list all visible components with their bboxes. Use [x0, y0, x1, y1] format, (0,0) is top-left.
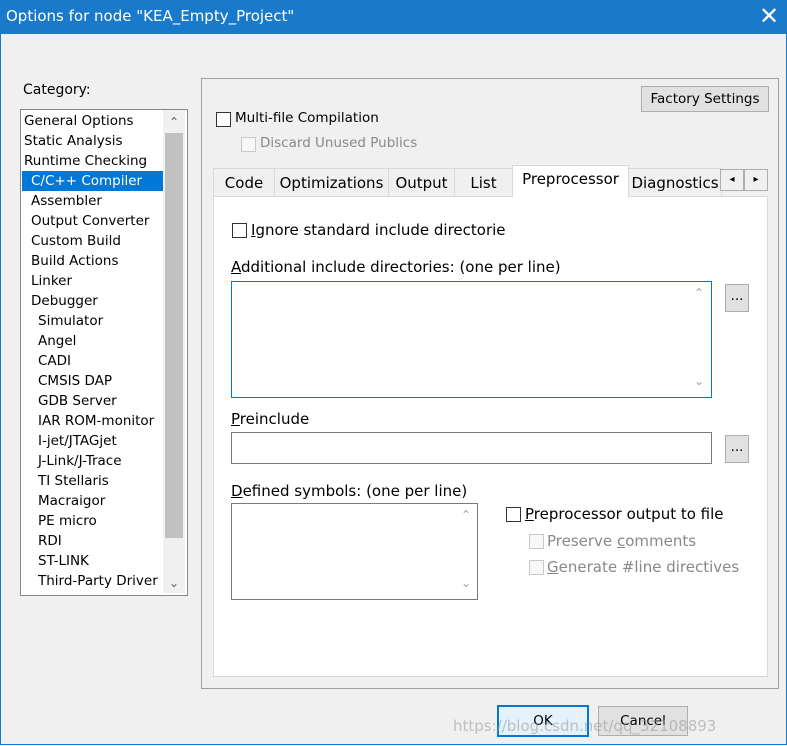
defined-symbols-label: Defined symbols: (one per line) — [231, 482, 468, 500]
tab-diagnostics[interactable]: Diagnostics — [628, 168, 722, 196]
defined-scroll-down-icon[interactable]: ⌄ — [457, 576, 475, 590]
multi-file-label: Multi-file Compilation — [235, 110, 379, 126]
pp-output-checkbox[interactable] — [506, 507, 521, 522]
category-item[interactable]: GDB Server — [22, 391, 117, 411]
tab-code[interactable]: Code — [213, 168, 275, 196]
category-item[interactable]: Simulator — [22, 311, 103, 331]
watermark: https://blog.csdn.net/qq_32108893 — [453, 717, 717, 735]
generate-line-checkbox[interactable] — [529, 560, 544, 575]
defined-symbols-textarea[interactable] — [231, 503, 478, 600]
additional-scroll-up-icon[interactable]: ⌃ — [690, 286, 708, 300]
category-item[interactable]: Angel — [22, 331, 76, 351]
generate-line-label: Generate #line directives — [547, 558, 740, 576]
category-item[interactable]: IAR ROM-monitor — [22, 411, 154, 431]
category-item[interactable]: CMSIS DAP — [22, 371, 112, 391]
title-bar: Options for node "KEA_Empty_Project" ✕ — [0, 0, 787, 34]
category-item[interactable]: Static Analysis — [24, 131, 123, 151]
category-item[interactable]: Linker — [22, 271, 72, 291]
category-item[interactable]: PE micro — [22, 511, 97, 531]
preinclude-label: Preinclude — [231, 410, 310, 428]
category-item[interactable]: I-jet/JTAGjet — [22, 431, 117, 451]
category-item[interactable]: Third-Party Driver — [22, 571, 158, 591]
category-scroll-thumb[interactable] — [165, 133, 183, 538]
category-item[interactable]: Output Converter — [22, 211, 149, 231]
category-item[interactable]: C/C++ Compiler — [22, 171, 174, 191]
close-icon[interactable]: ✕ — [752, 0, 786, 34]
defined-scroll-up-icon[interactable]: ⌃ — [457, 508, 475, 522]
tab-output[interactable]: Output — [388, 168, 455, 196]
category-item[interactable]: Debugger — [22, 291, 98, 311]
additional-include-label: Additional include directories: (one per… — [231, 258, 561, 276]
category-item[interactable]: TI Stellaris — [22, 471, 109, 491]
additional-include-textarea[interactable] — [231, 281, 712, 398]
category-label: Category: — [23, 82, 91, 98]
category-item[interactable]: RDI — [22, 531, 62, 551]
category-item[interactable]: Runtime Checking — [24, 151, 147, 171]
preinclude-browse-button[interactable]: ... — [725, 435, 749, 463]
category-item[interactable]: Assembler — [22, 191, 102, 211]
category-item[interactable]: ST-LINK — [22, 551, 89, 571]
scroll-down-icon[interactable]: ⌄ — [163, 573, 185, 593]
preinclude-input[interactable] — [231, 432, 712, 464]
scroll-up-icon[interactable]: ⌃ — [163, 112, 185, 132]
tab-scroll-right-icon[interactable]: ▸ — [744, 169, 768, 191]
category-item[interactable]: General Options — [24, 111, 134, 131]
category-item[interactable]: J-Link/J-Trace — [22, 451, 122, 471]
category-item[interactable]: Macraigor — [22, 491, 105, 511]
category-item[interactable]: CADI — [22, 351, 71, 371]
category-item[interactable]: Custom Build — [22, 231, 121, 251]
preserve-comments-checkbox[interactable] — [529, 534, 544, 549]
additional-browse-button[interactable]: ... — [725, 284, 749, 312]
window-title: Options for node "KEA_Empty_Project" — [6, 7, 295, 25]
factory-settings-button[interactable]: Factory Settings — [641, 86, 769, 112]
additional-scroll-down-icon[interactable]: ⌄ — [690, 374, 708, 388]
tab-preprocessor[interactable]: Preprocessor — [512, 165, 629, 197]
tab-list[interactable]: List — [454, 168, 513, 196]
discard-unused-checkbox[interactable] — [241, 137, 256, 152]
preserve-comments-label: Preserve comments — [547, 532, 697, 550]
ignore-std-include-checkbox[interactable] — [232, 223, 247, 238]
discard-unused-label: Discard Unused Publics — [260, 135, 418, 151]
tab-optimizations[interactable]: Optimizations — [274, 168, 389, 196]
tab-scroll-left-icon[interactable]: ◂ — [720, 169, 744, 191]
multi-file-checkbox[interactable] — [216, 112, 231, 127]
category-item[interactable]: Build Actions — [22, 251, 119, 271]
pp-output-label: Preprocessor output to file — [525, 505, 724, 523]
ignore-std-include-label: Ignore standard include directories — [251, 221, 506, 239]
